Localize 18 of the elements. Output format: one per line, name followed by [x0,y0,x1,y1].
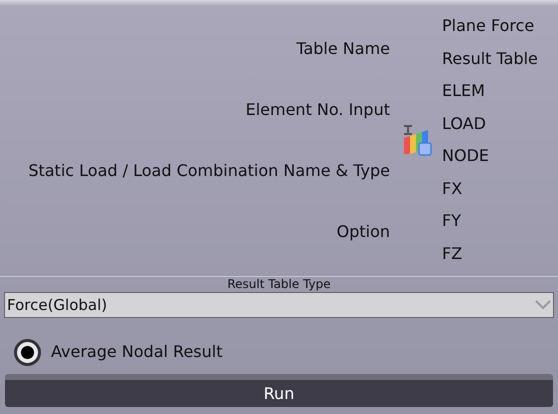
result-type-dropdown[interactable]: Force(Global) [4,292,554,318]
field-value: FY [442,210,462,232]
field-value: Plane Force [442,15,536,37]
field-value: FZ [442,242,464,264]
field-value: FX [442,178,464,200]
field-label: Option [336,220,390,242]
field-value: LOAD [442,112,487,134]
field-label: Element No. Input [246,98,390,120]
run-button[interactable]: Run [5,374,553,407]
field-label: Table Name [296,38,390,60]
section-label: Result Table Type [227,277,331,291]
field-value: ELEM [442,80,486,102]
table-chart-icon [402,124,432,156]
chevron-down-icon [535,300,551,310]
field-label: Static Load / Load Combination Name & Type [28,160,390,182]
field-value: NODE [442,145,490,167]
field-value: Result Table [442,48,539,70]
radio-option[interactable]: Average Nodal Result [14,338,558,366]
